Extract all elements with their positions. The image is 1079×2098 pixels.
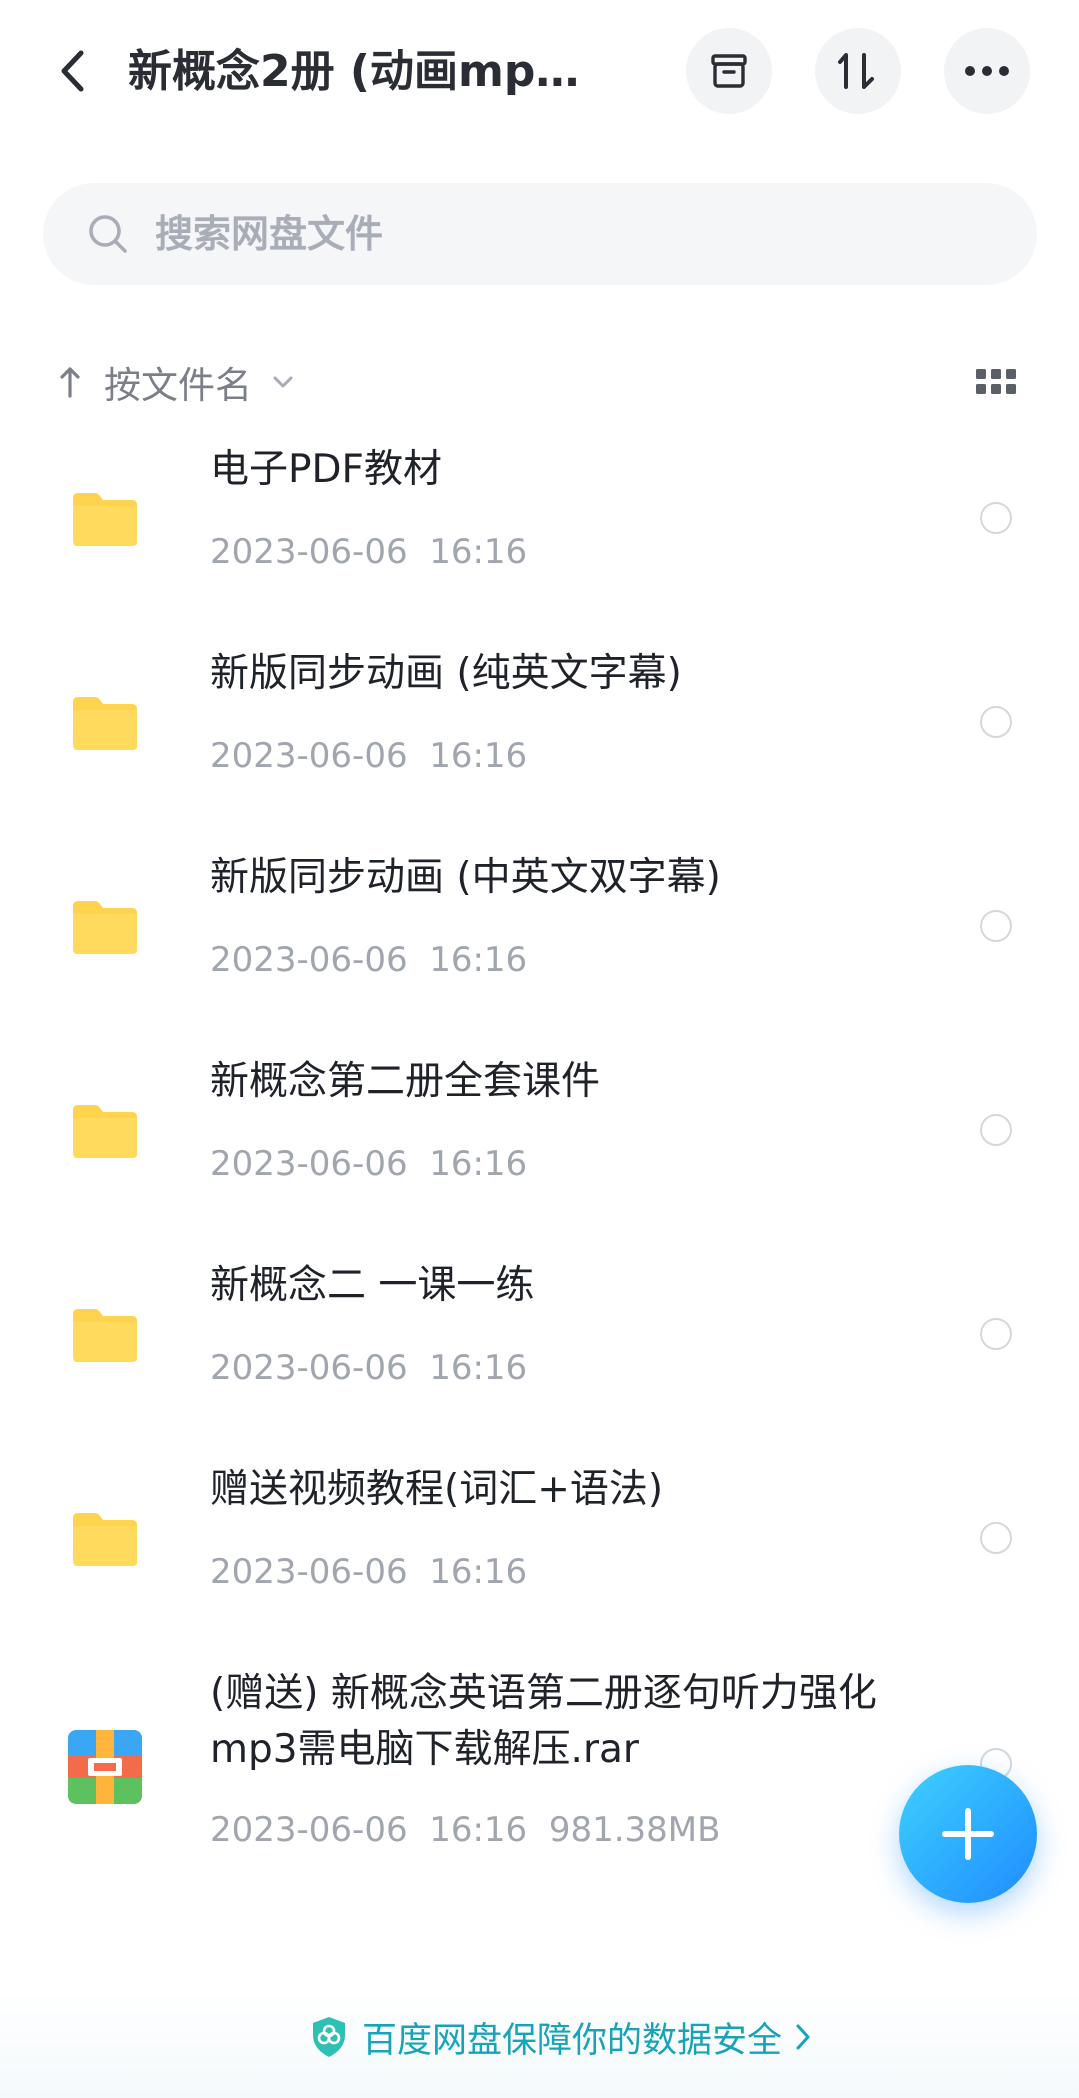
back-button[interactable] — [44, 36, 100, 106]
file-date: 2023-06-06 16:16 — [210, 1348, 528, 1388]
more-dots-icon — [965, 66, 1009, 76]
select-checkbox[interactable] — [980, 1318, 1012, 1350]
file-date: 2023-06-06 16:16 — [210, 736, 528, 776]
chevron-left-icon — [61, 50, 84, 92]
search-icon — [85, 211, 131, 257]
select-checkbox[interactable] — [980, 910, 1012, 942]
file-date: 2023-06-06 16:16 — [210, 1810, 528, 1850]
file-size: 981.38MB — [548, 1810, 721, 1850]
file-date: 2023-06-06 16:16 — [210, 1552, 528, 1592]
search-input[interactable] — [155, 204, 1037, 264]
file-name: 新概念第二册全套课件 — [210, 1059, 601, 1104]
file-date: 2023-06-06 16:16 — [210, 940, 528, 980]
search-bar[interactable] — [43, 183, 1037, 285]
sort-order-button[interactable] — [815, 28, 901, 114]
folder-icon — [68, 1298, 142, 1372]
select-checkbox[interactable] — [980, 706, 1012, 738]
list-item-folder[interactable]: 新概念二 一课一练 2023-06-06 16:16 — [0, 1256, 1079, 1460]
archive-box-icon — [711, 54, 747, 88]
file-meta: 2023-06-06 16:16 981.38MB — [210, 1808, 720, 1852]
file-name: 电子PDF教材 — [210, 447, 442, 492]
file-name: (赠送) 新概念英语第二册逐句听力强化mp3需电脑下载解压.rar — [210, 1671, 877, 1772]
select-checkbox[interactable] — [980, 502, 1012, 534]
sort-label: 按文件名 — [104, 364, 252, 407]
sort-arrows-icon — [838, 53, 874, 89]
more-options-button[interactable] — [944, 28, 1030, 114]
file-name: 新概念二 一课一练 — [210, 1263, 535, 1308]
folder-icon — [68, 890, 142, 964]
list-item-folder[interactable]: 新版同步动画 (纯英文字幕) 2023-06-06 16:16 — [0, 644, 1079, 848]
list-item-folder[interactable]: 新版同步动画 (中英文双字幕) 2023-06-06 16:16 — [0, 848, 1079, 1052]
file-date: 2023-06-06 16:16 — [210, 1144, 528, 1184]
folder-icon — [68, 1502, 142, 1576]
sort-by-name-button[interactable]: 按文件名 — [56, 350, 296, 414]
archive-file-icon — [68, 1730, 142, 1804]
folder-icon — [68, 482, 142, 556]
file-name: 新版同步动画 (纯英文字幕) — [210, 651, 682, 696]
list-item-folder[interactable]: 赠送视频教程(词汇+语法) 2023-06-06 16:16 — [0, 1460, 1079, 1664]
plus-icon — [942, 1808, 994, 1860]
top-bar: 新概念2册 (动画mp4+PDF教材+课件+一课一练) — [0, 0, 1079, 142]
chevron-right-icon — [792, 2022, 814, 2052]
select-checkbox[interactable] — [980, 1114, 1012, 1146]
shield-icon — [310, 2015, 348, 2059]
arrow-up-icon — [56, 362, 84, 402]
chevron-down-icon — [270, 369, 296, 395]
security-text: 百度网盘保障你的数据安全 — [362, 2020, 783, 2061]
grid-view-icon — [976, 369, 1016, 394]
list-item-folder[interactable]: 电子PDF教材 2023-06-06 16:16 — [0, 440, 1079, 644]
file-name: 赠送视频教程(词汇+语法) — [210, 1467, 664, 1512]
file-name: 新版同步动画 (中英文双字幕) — [210, 855, 721, 900]
folder-title: 新概念2册 (动画mp4+PDF教材+课件+一课一练) — [128, 46, 598, 97]
file-browser-screen: 新概念2册 (动画mp4+PDF教材+课件+一课一练) — [0, 0, 1079, 2098]
add-button[interactable] — [899, 1765, 1037, 1903]
list-item-folder[interactable]: 新概念第二册全套课件 2023-06-06 16:16 — [0, 1052, 1079, 1256]
file-date: 2023-06-06 16:16 — [210, 532, 528, 572]
folder-icon — [68, 686, 142, 760]
folder-icon — [68, 1094, 142, 1168]
select-checkbox[interactable] — [980, 1522, 1012, 1554]
archive-button[interactable] — [686, 28, 772, 114]
footer: 百度网盘保障你的数据安全 — [0, 1990, 1079, 2098]
data-security-link[interactable]: 百度网盘保障你的数据安全 — [310, 2012, 814, 2062]
sort-bar: 按文件名 — [0, 350, 1079, 414]
grid-view-button[interactable] — [972, 362, 1020, 402]
